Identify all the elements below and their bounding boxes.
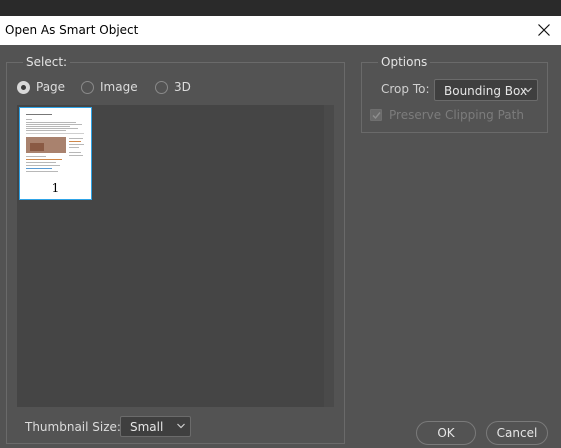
radio-page-indicator[interactable] [17,80,30,94]
radio-3d-indicator[interactable] [155,80,168,94]
radio-image-indicator[interactable] [81,80,94,94]
close-button[interactable] [527,16,561,45]
title-bar[interactable]: Open As Smart Object [0,16,561,45]
chevron-down-icon [524,87,532,93]
window-title: Open As Smart Object [5,23,139,37]
page-thumbnail[interactable]: 1 [19,107,92,200]
crop-to-value: Bounding Box [444,84,528,98]
crop-to-label: Crop To: [381,82,430,96]
background-strip [0,0,561,16]
select-group: Select: Page Image 3D 1 Thumbnail Size: … [6,55,345,444]
open-as-smart-object-dialog: Open As Smart Object Select: Page Image … [0,16,561,448]
check-icon [372,112,381,120]
radio-image[interactable]: Image [81,79,138,95]
page-preview-image [23,111,88,179]
preserve-clipping-path-box[interactable] [370,109,382,121]
radio-page-label: Page [36,80,66,94]
page-number: 1 [51,181,60,195]
radio-3d-label: 3D [174,80,191,94]
preserve-clipping-path-label: Preserve Clipping Path [389,108,524,122]
thumbnail-scrollbar[interactable] [324,105,334,407]
ok-button[interactable]: OK [416,421,476,445]
thumbnail-size-label: Thumbnail Size: [25,420,121,434]
thumbnail-list[interactable]: 1 [17,105,334,407]
close-icon [538,24,550,36]
radio-page[interactable]: Page [17,79,65,95]
options-group-legend: Options [378,55,431,70]
ok-button-label: OK [437,426,455,440]
radio-image-label: Image [100,80,138,94]
preserve-clipping-path-checkbox[interactable]: Preserve Clipping Path [370,108,524,122]
chevron-down-icon [177,423,185,429]
thumbnail-size-select[interactable]: Small [120,416,191,437]
thumbnail-size-value: Small [130,420,164,434]
crop-to-select[interactable]: Bounding Box [434,79,538,101]
radio-3d[interactable]: 3D [155,79,191,95]
options-group: Options Crop To: Bounding Box Preserve C… [361,55,548,133]
select-group-legend: Select: [23,55,71,70]
cancel-button[interactable]: Cancel [486,421,548,445]
cancel-button-label: Cancel [496,426,538,440]
